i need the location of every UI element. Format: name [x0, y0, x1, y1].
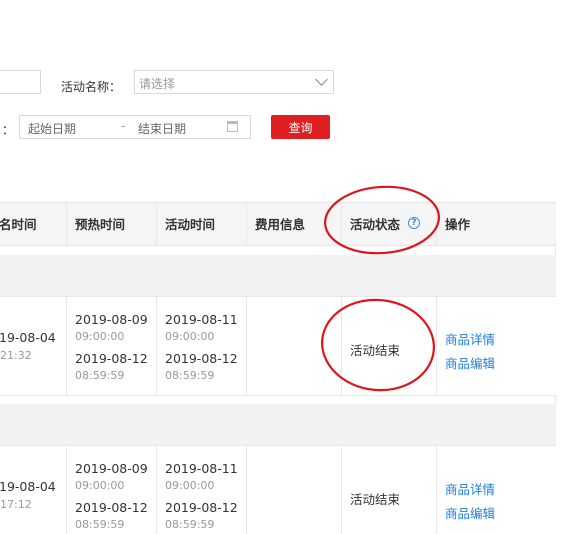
end-date-input[interactable]: 结束日期 — [138, 120, 186, 137]
preheat-end-time: 08:59:59 — [75, 369, 125, 382]
chevron-down-icon — [315, 73, 328, 86]
activity-end-time: 08:59:59 — [165, 369, 215, 382]
activity-status: 活动结束 — [350, 492, 401, 507]
preheat-start-time: 09:00:00 — [75, 330, 125, 343]
date-separator: - — [121, 119, 126, 133]
question-circle-icon[interactable]: ? — [408, 217, 420, 229]
order-group-header — [0, 404, 556, 446]
order-group-header — [0, 255, 556, 297]
th-activity-status: 活动状态 — [350, 217, 401, 232]
date-label-colon: ： — [2, 123, 15, 137]
product-detail-link[interactable]: 商品详情 — [445, 329, 495, 348]
activity-start-date: 2019-08-11 — [165, 461, 238, 476]
product-edit-link[interactable]: 商品编辑 — [445, 503, 495, 522]
preheat-end-date: 2019-08-12 — [75, 500, 148, 515]
signup-time: 21:32 — [0, 349, 32, 362]
table-header: 名时间 预热时间 活动时间 费用信息 活动状态 操作 — [0, 202, 556, 247]
product-edit-link[interactable]: 商品编辑 — [445, 353, 495, 372]
signup-date: 19-08-04 — [0, 479, 56, 494]
query-button[interactable]: 查询 — [271, 115, 330, 139]
partial-text-input[interactable] — [0, 70, 41, 94]
table-row: 19-08-04 21:32 2019-08-09 09:00:00 2019-… — [0, 297, 556, 396]
th-actions: 操作 — [445, 217, 471, 232]
date-range-picker[interactable]: 起始日期 - 结束日期 — [19, 115, 251, 139]
signup-time: 17:12 — [0, 498, 32, 511]
preheat-start-date: 2019-08-09 — [75, 312, 148, 327]
start-date-input[interactable]: 起始日期 — [28, 120, 76, 137]
table-row: 19-08-04 17:12 2019-08-09 09:00:00 2019-… — [0, 446, 556, 534]
activity-start-date: 2019-08-11 — [165, 312, 238, 327]
activity-table: 名时间 预热时间 活动时间 费用信息 活动状态 操作 19-08-04 21:3… — [0, 202, 556, 534]
th-signup-time: 名时间 — [0, 217, 37, 232]
activity-end-date: 2019-08-12 — [165, 351, 238, 366]
product-detail-link[interactable]: 商品详情 — [445, 479, 495, 498]
activity-end-time: 08:59:59 — [165, 518, 215, 531]
th-fee-info: 费用信息 — [255, 217, 306, 232]
activity-name-label: 活动名称： — [61, 80, 122, 94]
preheat-end-time: 08:59:59 — [75, 518, 125, 531]
activity-name-select[interactable]: 请选择 — [134, 70, 334, 94]
calendar-icon — [227, 121, 238, 132]
preheat-start-date: 2019-08-09 — [75, 461, 148, 476]
activity-start-time: 09:00:00 — [165, 330, 215, 343]
preheat-start-time: 09:00:00 — [75, 479, 125, 492]
signup-date: 19-08-04 — [0, 330, 56, 345]
activity-name-placeholder: 请选择 — [139, 77, 176, 91]
activity-status: 活动结束 — [350, 343, 401, 358]
preheat-end-date: 2019-08-12 — [75, 351, 148, 366]
activity-end-date: 2019-08-12 — [165, 500, 238, 515]
activity-start-time: 09:00:00 — [165, 479, 215, 492]
th-activity-time: 活动时间 — [165, 217, 216, 232]
th-preheat-time: 预热时间 — [75, 217, 126, 232]
